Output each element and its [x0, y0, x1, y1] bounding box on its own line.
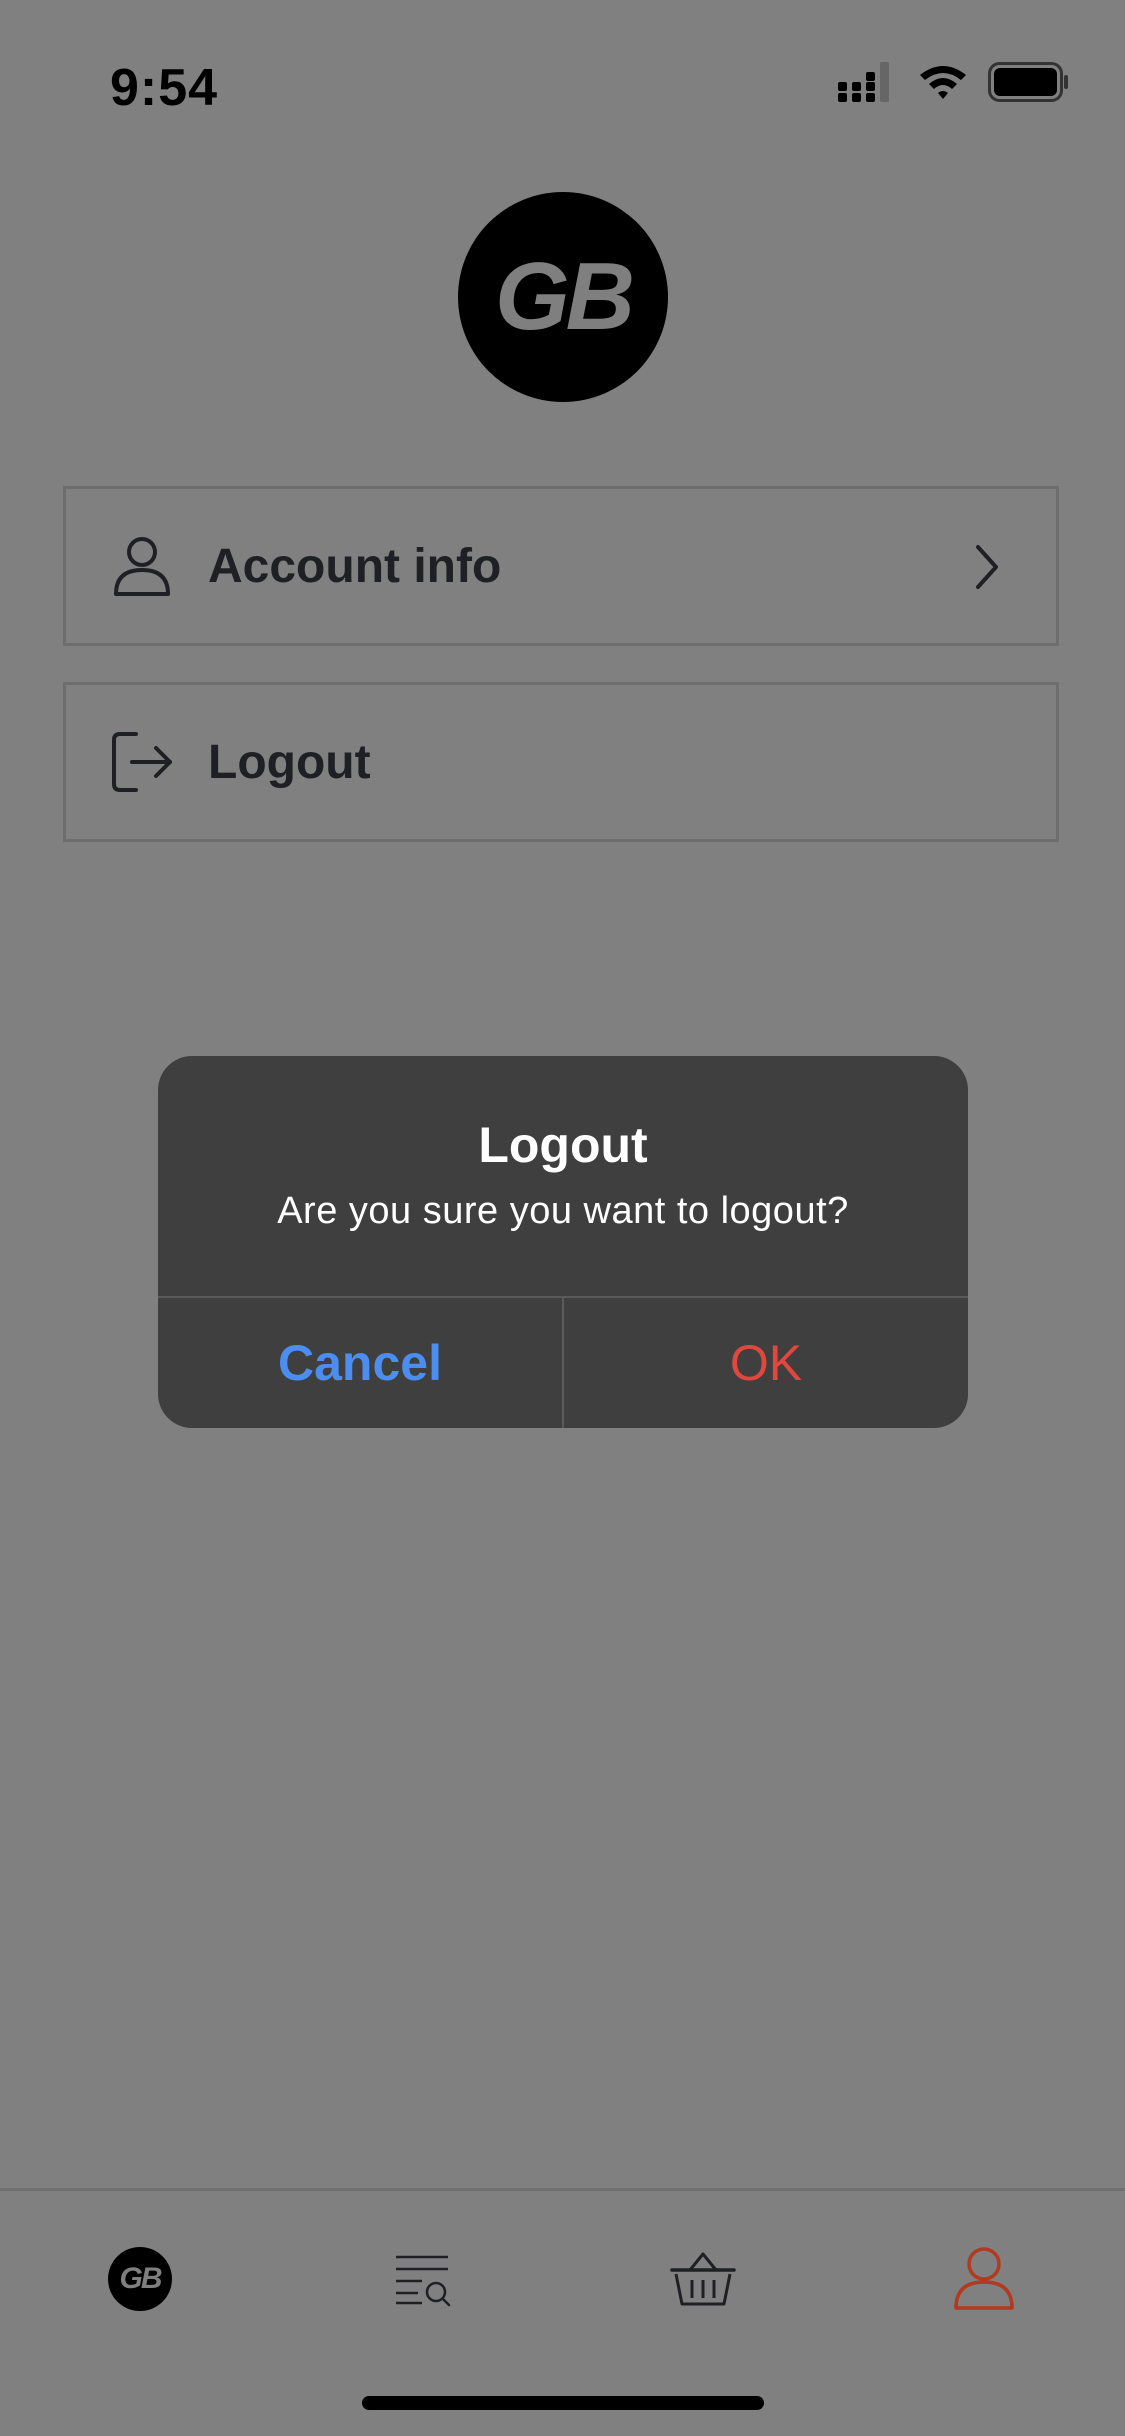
account-info-label: Account info — [208, 539, 502, 593]
brand-logo: GB — [458, 192, 668, 402]
wifi-icon — [920, 66, 966, 99]
logout-alert-dialog: Logout Are you sure you want to logout? … — [158, 1056, 968, 1428]
account-info-row[interactable]: Account info — [63, 486, 1059, 646]
brand-logo-text: GB — [495, 243, 635, 350]
status-time: 9:54 — [110, 59, 219, 117]
catalog-search-icon — [396, 2255, 451, 2307]
tab-account[interactable] — [944, 2239, 1024, 2319]
logout-icon — [112, 732, 172, 792]
brand-tab-icon: GB — [108, 2247, 172, 2311]
status-icons — [836, 62, 1070, 102]
logout-row[interactable]: Logout — [63, 682, 1059, 842]
battery-icon — [988, 62, 1068, 102]
basket-icon — [670, 2252, 736, 2306]
tab-basket[interactable] — [663, 2239, 743, 2319]
dialog-title: Logout — [478, 1117, 648, 1173]
home-indicator[interactable] — [362, 2396, 764, 2410]
tab-home[interactable]: GB — [100, 2239, 180, 2319]
cancel-button[interactable]: Cancel — [158, 1298, 562, 1428]
chevron-right-icon — [976, 545, 998, 589]
account-icon — [954, 2247, 1014, 2310]
dialog-message: Are you sure you want to logout? — [277, 1190, 849, 1232]
ok-button[interactable]: OK — [564, 1298, 968, 1428]
logout-label: Logout — [208, 735, 371, 789]
person-icon — [114, 537, 170, 596]
signal-icon — [838, 62, 889, 102]
tab-catalog[interactable] — [382, 2239, 462, 2319]
